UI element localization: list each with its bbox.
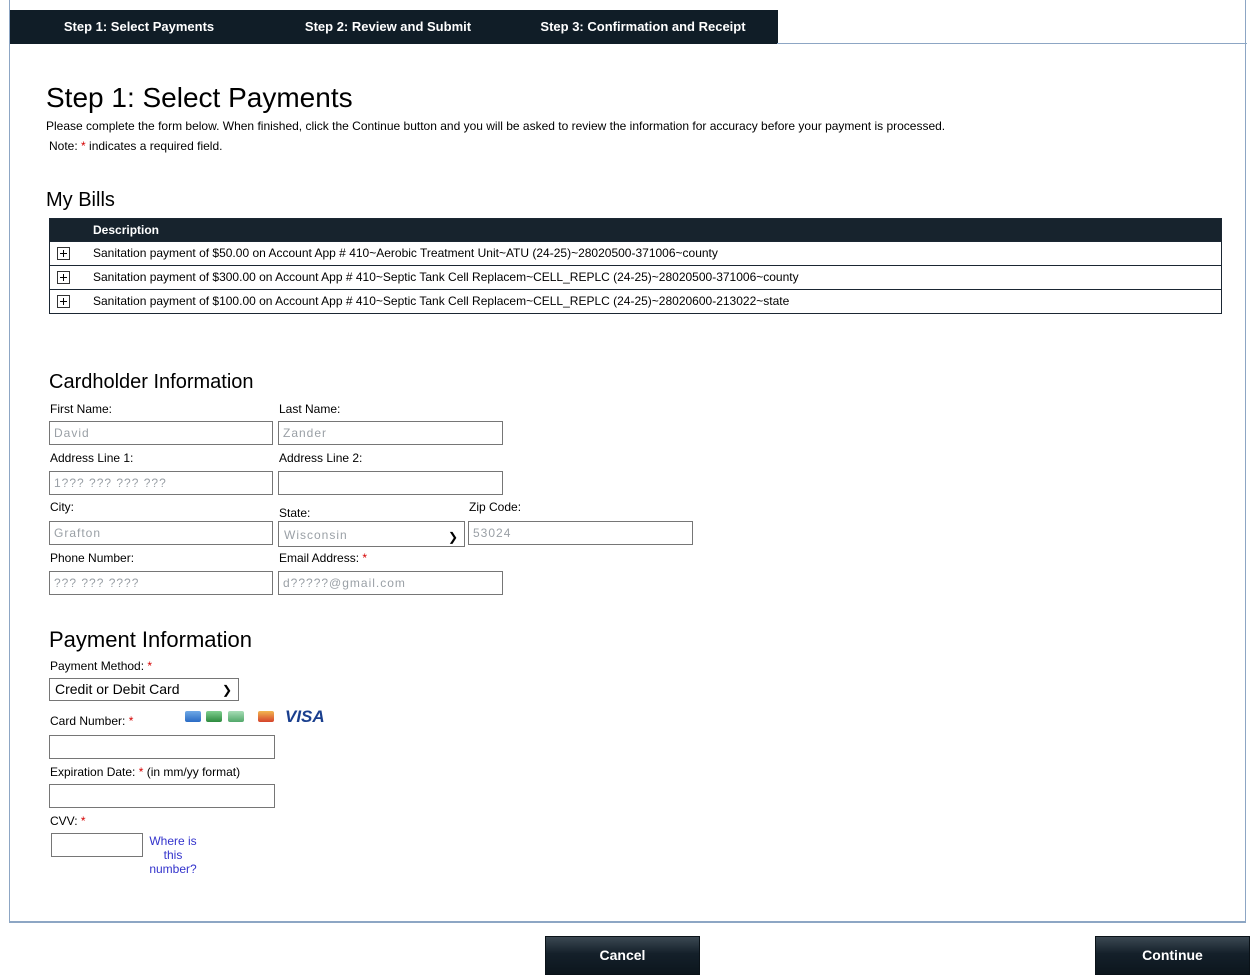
chevron-down-icon: ❯ xyxy=(447,530,458,544)
address1-label: Address Line 1: xyxy=(50,451,134,465)
city-field[interactable]: Grafton xyxy=(49,521,273,545)
payment-heading: Payment Information xyxy=(49,627,252,652)
card-number-label-text: Card Number: xyxy=(50,714,126,728)
address2-field[interactable] xyxy=(278,471,503,495)
intro-text: Please complete the form below. When fin… xyxy=(46,119,946,133)
bills-table: Description Sanitation payment of $50.00… xyxy=(49,218,1222,314)
expand-plus-icon[interactable] xyxy=(57,271,70,284)
tab-step-2[interactable]: Step 2: Review and Submit xyxy=(268,10,508,44)
state-select[interactable]: Wisconsin ❯ xyxy=(278,521,465,547)
step-tabs: Step 1: Select Payments Step 2: Review a… xyxy=(10,10,1256,44)
tab-step-3[interactable]: Step 3: Confirmation and Receipt xyxy=(508,10,778,44)
visa-logo: VISA xyxy=(285,707,325,726)
payment-method-label: Payment Method: * xyxy=(50,659,152,673)
cvv-help-link[interactable]: Where is this number? xyxy=(148,834,198,876)
zip-field[interactable]: 53024 xyxy=(468,521,693,545)
chevron-down-icon: ❯ xyxy=(221,683,232,697)
expand-plus-icon[interactable] xyxy=(57,247,70,260)
continue-button[interactable]: Continue xyxy=(1095,936,1250,975)
address2-label: Address Line 2: xyxy=(279,451,363,465)
first-name-field[interactable]: David xyxy=(49,421,273,445)
required-star: * xyxy=(80,814,86,828)
expiration-field[interactable] xyxy=(49,784,275,808)
discover-card-icon xyxy=(206,711,222,722)
table-row: Sanitation payment of $300.00 on Account… xyxy=(50,265,1221,289)
required-star: * xyxy=(147,659,153,673)
card-number-field[interactable] xyxy=(49,735,275,759)
footer-divider xyxy=(9,922,1246,923)
expiration-label: Expiration Date: * (in mm/yy format) xyxy=(50,765,240,779)
last-name-field[interactable]: Zander xyxy=(278,421,503,445)
payment-method-select[interactable]: Credit or Debit Card ❯ xyxy=(49,678,239,701)
required-star: * xyxy=(362,551,368,565)
payment-method-value: Credit or Debit Card xyxy=(55,681,180,697)
table-row: Sanitation payment of $50.00 on Account … xyxy=(50,241,1221,265)
tab-divider xyxy=(777,43,1247,44)
cvv-field[interactable] xyxy=(51,833,143,857)
state-value: Wisconsin xyxy=(284,528,348,542)
required-star: * xyxy=(138,765,144,779)
required-note: Note: * indicates a required field. xyxy=(49,139,222,153)
payment-method-label-text: Payment Method: xyxy=(50,659,145,673)
card-number-label: Card Number: * xyxy=(50,714,133,728)
last-name-label: Last Name: xyxy=(279,402,341,416)
cancel-button[interactable]: Cancel xyxy=(545,936,700,975)
email-label-text: Email Address: xyxy=(279,551,360,565)
cvv-label: CVV: * xyxy=(50,814,86,828)
phone-label: Phone Number: xyxy=(50,551,135,565)
mastercard-card-icon xyxy=(258,711,274,722)
bills-heading: My Bills xyxy=(46,189,115,211)
phone-field[interactable]: ??? ??? ???? xyxy=(49,571,273,595)
expand-plus-icon[interactable] xyxy=(57,295,70,308)
bill-description: Sanitation payment of $100.00 on Account… xyxy=(93,294,790,308)
email-field[interactable]: d?????@gmail.com xyxy=(278,571,503,595)
first-name-label: First Name: xyxy=(50,402,113,416)
tab-step-1[interactable]: Step 1: Select Payments xyxy=(10,10,268,44)
state-label: State: xyxy=(279,506,311,520)
cvv-label-text: CVV: xyxy=(50,814,78,828)
required-star: * xyxy=(81,139,86,153)
required-star: * xyxy=(128,714,134,728)
note-prefix: Note: xyxy=(49,139,78,153)
bill-description: Sanitation payment of $300.00 on Account… xyxy=(93,270,799,284)
city-label: City: xyxy=(50,500,74,514)
zip-label: Zip Code: xyxy=(469,500,522,514)
page-title: Step 1: Select Payments xyxy=(46,82,353,113)
bill-description: Sanitation payment of $50.00 on Account … xyxy=(93,246,718,260)
amex-card-icon xyxy=(185,711,201,722)
table-row: Sanitation payment of $100.00 on Account… xyxy=(50,289,1221,313)
email-label: Email Address: * xyxy=(279,551,367,565)
bills-column-header: Description xyxy=(50,219,1221,241)
note-suffix: indicates a required field. xyxy=(89,139,223,153)
expiration-label-text: Expiration Date: xyxy=(50,765,136,779)
jcb-card-icon xyxy=(228,711,244,722)
expiration-hint: (in mm/yy format) xyxy=(146,765,241,779)
cardholder-heading: Cardholder Information xyxy=(49,371,254,393)
address1-field[interactable]: 1??? ??? ??? ??? xyxy=(49,471,273,495)
